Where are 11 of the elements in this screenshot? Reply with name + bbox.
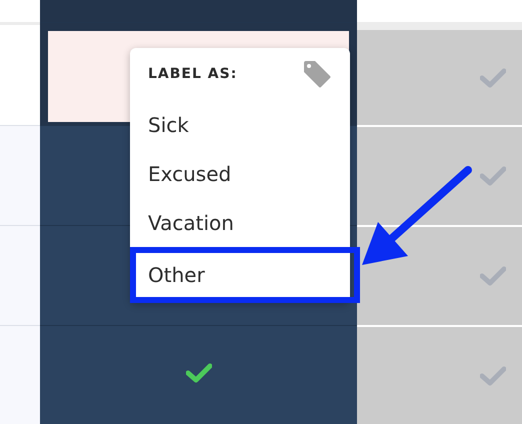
menu-item[interactable]: Sick <box>130 100 350 149</box>
menu-item[interactable]: Excused <box>130 149 350 198</box>
check-icon <box>480 166 506 186</box>
check-icon <box>480 68 506 88</box>
menu-item[interactable]: Vacation <box>130 198 350 247</box>
check-icon <box>480 266 506 286</box>
menu-title: LABEL AS: <box>148 66 238 82</box>
check-icon <box>480 366 506 386</box>
tag-icon <box>302 59 332 89</box>
check-icon <box>186 363 212 383</box>
menu-item[interactable]: Other <box>130 247 360 303</box>
